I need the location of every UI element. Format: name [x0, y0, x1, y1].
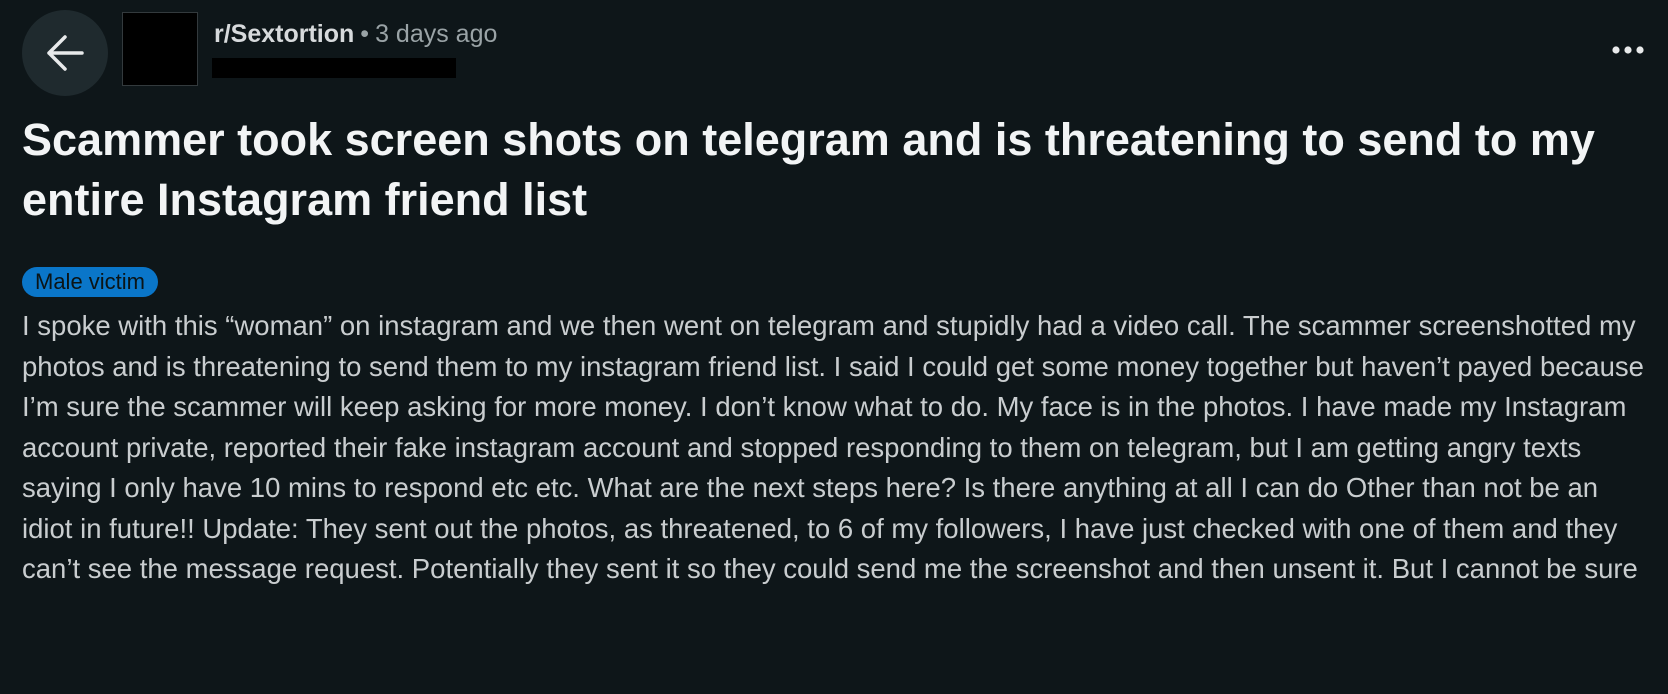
meta-separator: • — [360, 20, 370, 48]
more-horizontal-icon — [1612, 46, 1644, 54]
post-body: I spoke with this “woman” on instagram a… — [22, 310, 1644, 584]
back-button[interactable] — [22, 10, 108, 96]
post-flair[interactable]: Male victim — [22, 267, 159, 297]
post-title: Scammer took screen shots on telegram an… — [22, 114, 1595, 225]
arrow-left-icon — [47, 35, 84, 71]
more-options-button[interactable] — [1606, 36, 1650, 64]
subreddit-link[interactable]: r/Sextortion — [214, 20, 354, 48]
avatar[interactable] — [122, 12, 198, 86]
redacted-username — [212, 58, 456, 78]
post-time: 3 days ago — [375, 20, 498, 48]
post-meta: r/Sextortion • 3 days ago — [214, 18, 497, 50]
